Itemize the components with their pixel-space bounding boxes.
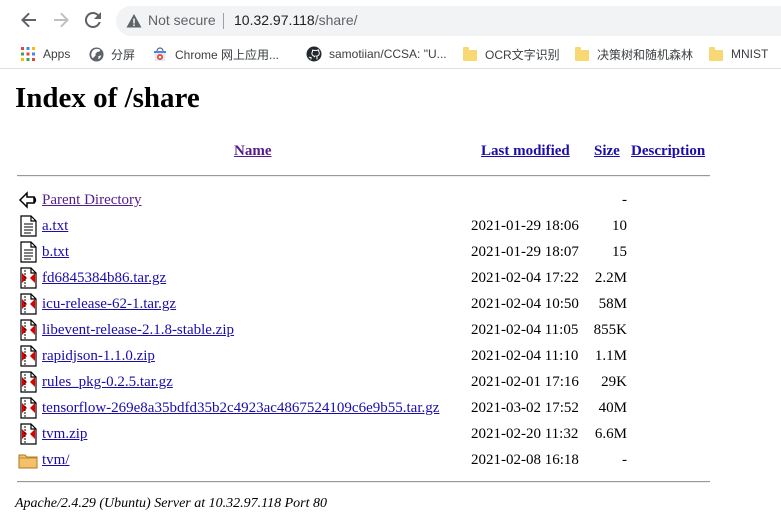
file-modified-date: 2021-02-04 11:05 (471, 322, 579, 338)
bookmark-ocr[interactable]: OCR文字识别 (462, 44, 560, 64)
file-modified-date: 2021-02-08 16:18 (471, 452, 579, 468)
url-text: 10.32.97.118/share/ (234, 12, 358, 28)
file-size: 855K (593, 322, 627, 338)
compressed-file-icon (18, 371, 38, 393)
bookmark-decision-tree[interactable]: 决策树和随机森林 (574, 44, 693, 64)
footer-divider (17, 481, 710, 483)
apps-grid-icon (20, 46, 36, 62)
forward-button[interactable] (49, 8, 73, 32)
folder-icon (708, 46, 724, 62)
file-link[interactable]: tensorflow-269e8a35bdfd35b2c4923ac486752… (42, 400, 439, 417)
bookmarks-bar: Apps 分屏 Chrome 网上应用... samotiian/CCSA: "… (0, 40, 781, 69)
compressed-file-icon (18, 267, 38, 289)
folder-icon (574, 46, 590, 62)
url-host: 10.32.97.118 (234, 12, 315, 28)
folder-icon (462, 46, 478, 62)
file-modified-date: 2021-02-04 11:10 (471, 348, 579, 364)
bookmark-mnist[interactable]: MNIST (708, 44, 768, 64)
file-link[interactable]: fd6845384b86.tar.gz (42, 270, 166, 287)
file-row: icu-release-62-1.tar.gz 2021-02-04 10:50 5… (15, 293, 715, 319)
bookmark-apps[interactable]: Apps (20, 44, 70, 64)
compressed-file-icon (18, 397, 38, 419)
back-arrow-icon (18, 191, 37, 209)
file-link[interactable]: libevent-release-2.1.8-stable.zip (42, 322, 234, 339)
file-row: rules_pkg-0.2.5.tar.gz 2021-02-01 17:16 29… (15, 371, 715, 397)
file-modified-date: 2021-02-20 11:32 (471, 426, 579, 442)
sort-by-description-link[interactable]: Description (631, 143, 705, 160)
file-size: 2.2M (594, 270, 627, 286)
globe-icon (88, 46, 104, 62)
file-row: fd6845384b86.tar.gz 2021-02-04 17:22 2.2M (15, 267, 715, 293)
file-size: 6.6M (594, 426, 627, 442)
bookmark-label: Chrome 网上应用... (175, 47, 280, 62)
url-path: /share/ (314, 12, 358, 28)
file-link[interactable]: tvm.zip (42, 426, 87, 443)
file-size: 40M (598, 400, 627, 416)
sort-by-size-link[interactable]: Size (594, 143, 620, 160)
file-link[interactable]: rules_pkg-0.2.5.tar.gz (42, 374, 173, 391)
bookmark-split-screen[interactable]: 分屏 (88, 44, 135, 64)
header-divider (17, 175, 710, 177)
reload-button[interactable] (81, 8, 105, 32)
file-modified-date: 2021-02-01 17:16 (471, 374, 579, 390)
file-size: - (622, 452, 627, 468)
compressed-file-icon (18, 345, 38, 367)
sort-by-name-link[interactable]: Name (234, 143, 272, 160)
bookmark-label: 决策树和随机森林 (597, 47, 694, 62)
compressed-file-icon (18, 423, 38, 445)
bookmark-github-ccsa[interactable]: samotiian/CCSA: "U... (306, 44, 447, 64)
server-signature: Apache/2.4.29 (Ubuntu) Server at 10.32.9… (15, 496, 327, 511)
bookmark-label: OCR文字识别 (485, 47, 560, 62)
file-row: libevent-release-2.1.8-stable.zip 2021-02… (15, 319, 715, 345)
file-modified-date: 2021-02-04 10:50 (471, 296, 579, 312)
bookmark-label: MNIST (731, 47, 769, 61)
address-bar[interactable]: Not secure 10.32.97.118/share/ (116, 6, 781, 36)
not-secure-label: Not secure (148, 12, 216, 28)
page-title: Index of /share (15, 82, 200, 114)
back-button[interactable] (17, 8, 41, 32)
parent-directory-link[interactable]: Parent Directory (42, 192, 142, 209)
folder-icon (18, 449, 38, 471)
file-modified-date: 2021-01-29 18:06 (471, 218, 579, 234)
text-file-icon (18, 215, 38, 237)
reload-icon (84, 11, 101, 28)
compressed-file-icon (18, 319, 38, 341)
file-link[interactable]: tvm/ (42, 452, 70, 469)
bookmark-chrome-webstore[interactable]: Chrome 网上应用... (152, 44, 279, 64)
github-icon (306, 46, 322, 62)
text-file-icon (18, 241, 38, 263)
address-separator (223, 13, 224, 29)
chrome-webstore-icon (152, 46, 168, 62)
bookmark-label: samotiian/CCSA: "U... (329, 47, 447, 61)
parent-directory-row: Parent Directory - (15, 189, 715, 215)
file-size: - (622, 192, 627, 208)
file-row: tvm/2021-02-08 16:18 - (15, 449, 715, 475)
compressed-file-icon (18, 293, 38, 315)
file-row: tensorflow-269e8a35bdfd35b2c4923ac486752… (15, 397, 715, 423)
file-link[interactable]: a.txt (42, 218, 68, 235)
warning-icon (126, 14, 142, 28)
file-row: b.txt 2021-01-29 18:07 15 (15, 241, 715, 267)
file-row: rapidjson-1.1.0.zip 2021-02-04 11:10 1.1M (15, 345, 715, 371)
file-size: 15 (612, 244, 627, 260)
file-modified-date: 2021-01-29 18:07 (471, 244, 579, 260)
sort-by-last-modified-link[interactable]: Last modified (481, 143, 570, 160)
file-size: 10 (612, 218, 627, 234)
bookmark-label: 分屏 (111, 47, 136, 62)
forward-arrow-icon (54, 12, 69, 28)
file-modified-date: 2021-02-04 17:22 (471, 270, 579, 286)
file-row: tvm.zip 2021-02-20 11:32 6.6M (15, 423, 715, 449)
file-modified-date: 2021-03-02 17:52 (471, 400, 579, 416)
file-row: a.txt 2021-01-29 18:06 10 (15, 215, 715, 241)
file-size: 58M (598, 296, 627, 312)
back-arrow-icon (21, 12, 36, 28)
file-size: 29K (601, 374, 627, 390)
file-link[interactable]: icu-release-62-1.tar.gz (42, 296, 176, 313)
bookmark-label: Apps (43, 47, 71, 61)
file-link[interactable]: rapidjson-1.1.0.zip (42, 348, 155, 365)
browser-toolbar: Not secure 10.32.97.118/share/ (0, 0, 781, 40)
file-link[interactable]: b.txt (42, 244, 69, 261)
file-size: 1.1M (594, 348, 627, 364)
